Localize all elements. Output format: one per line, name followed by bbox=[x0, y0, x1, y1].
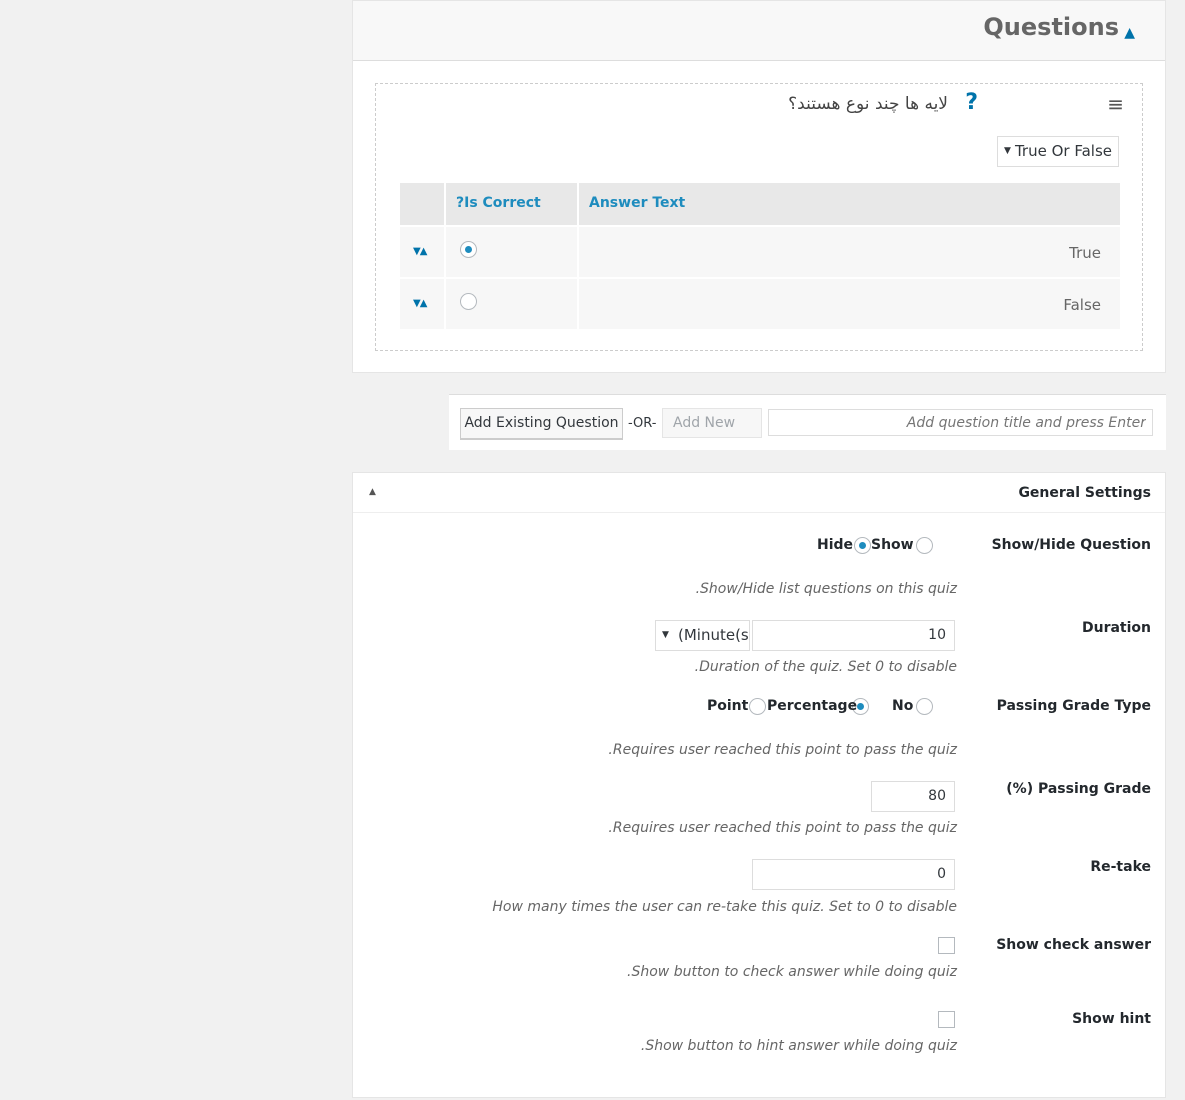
show-check-answer-desc: .Show button to check answer while doing… bbox=[627, 964, 957, 980]
or-label: -OR- bbox=[628, 416, 657, 431]
passing-grade-desc: .Requires user reached this point to pas… bbox=[608, 820, 957, 836]
hide-option-label[interactable]: Hide bbox=[817, 537, 853, 553]
percentage-option-label[interactable]: Percentage bbox=[767, 698, 857, 714]
duration-label: Duration bbox=[1081, 620, 1151, 636]
passing-grade-input[interactable]: 80 bbox=[871, 781, 955, 812]
answer-text[interactable]: False bbox=[1063, 296, 1101, 314]
help-icon[interactable]: ? bbox=[965, 90, 978, 115]
show-hint-label: Show hint bbox=[1072, 1011, 1151, 1027]
show-hint-desc: .Show button to hint answer while doing … bbox=[640, 1038, 957, 1054]
sort-arrows-icon[interactable]: ▼▲ bbox=[413, 246, 427, 257]
show-radio[interactable] bbox=[916, 537, 933, 554]
show-hint-checkbox[interactable] bbox=[938, 1011, 955, 1028]
column-is-correct: ?Is Correct bbox=[456, 195, 541, 211]
show-option-label[interactable]: Show bbox=[871, 537, 914, 553]
add-existing-question-button[interactable]: Add Existing Question bbox=[460, 408, 623, 439]
show-check-answer-checkbox[interactable] bbox=[938, 937, 955, 954]
questions-title: Questions bbox=[983, 13, 1119, 41]
point-radio[interactable] bbox=[749, 698, 766, 715]
sort-arrows-icon[interactable]: ▼▲ bbox=[413, 298, 427, 309]
no-radio[interactable] bbox=[916, 698, 933, 715]
questions-panel: Questions ▲ ≡ ? لایه ها چند نوع هستند؟ ▼… bbox=[352, 0, 1166, 373]
show-hide-desc: .Show/Hide list questions on this quiz bbox=[695, 581, 957, 597]
show-hide-label: Show/Hide Question bbox=[991, 537, 1151, 553]
settings-header[interactable]: ▲ General Settings bbox=[353, 473, 1165, 513]
collapse-triangle-icon[interactable]: ▲ bbox=[1124, 25, 1135, 41]
dropdown-arrow-icon: ▼ bbox=[662, 630, 669, 640]
questions-header[interactable]: Questions ▲ bbox=[353, 1, 1165, 61]
new-question-input[interactable] bbox=[768, 409, 1153, 436]
duration-input[interactable]: 10 bbox=[752, 620, 955, 651]
retake-input[interactable]: 0 bbox=[752, 859, 955, 890]
hide-radio[interactable] bbox=[854, 537, 871, 554]
menu-icon[interactable]: ≡ bbox=[1107, 92, 1124, 116]
settings-title: General Settings bbox=[1018, 485, 1151, 501]
passing-type-label: Passing Grade Type bbox=[996, 698, 1151, 714]
passing-type-desc: .Requires user reached this point to pas… bbox=[608, 742, 957, 758]
duration-unit-select[interactable]: ▼ (Minute(s bbox=[655, 620, 750, 651]
correct-radio-false[interactable] bbox=[460, 293, 477, 310]
no-option-label[interactable]: No bbox=[892, 698, 913, 714]
dropdown-arrow-icon: ▼ bbox=[1004, 146, 1011, 156]
point-option-label[interactable]: Point bbox=[707, 698, 748, 714]
duration-desc: .Duration of the quiz. Set 0 to disable bbox=[694, 659, 957, 675]
add-new-button[interactable]: Add New bbox=[662, 408, 762, 438]
general-settings-panel: ▲ General Settings Show/Hide Question Sh… bbox=[352, 472, 1166, 1098]
question-title[interactable]: لایه ها چند نوع هستند؟ bbox=[788, 94, 948, 114]
answer-text[interactable]: True bbox=[1069, 244, 1101, 262]
passing-grade-label: (%) Passing Grade bbox=[1006, 781, 1151, 797]
answers-table: ?Is Correct Answer Text ▼▲ True ▼▲ False bbox=[400, 183, 1120, 329]
collapse-triangle-icon[interactable]: ▲ bbox=[369, 487, 376, 497]
retake-label: Re-take bbox=[1090, 859, 1151, 875]
retake-desc: How many times the user can re-take this… bbox=[492, 899, 957, 915]
question-box: ≡ ? لایه ها چند نوع هستند؟ ▼ True Or Fal… bbox=[375, 83, 1143, 351]
correct-radio-true[interactable] bbox=[460, 241, 477, 258]
column-answer-text: Answer Text bbox=[589, 195, 686, 211]
add-question-bar: Add Existing Question -OR- Add New bbox=[449, 394, 1166, 450]
question-type-select[interactable]: ▼ True Or False bbox=[997, 136, 1119, 167]
show-check-answer-label: Show check answer bbox=[996, 937, 1151, 953]
